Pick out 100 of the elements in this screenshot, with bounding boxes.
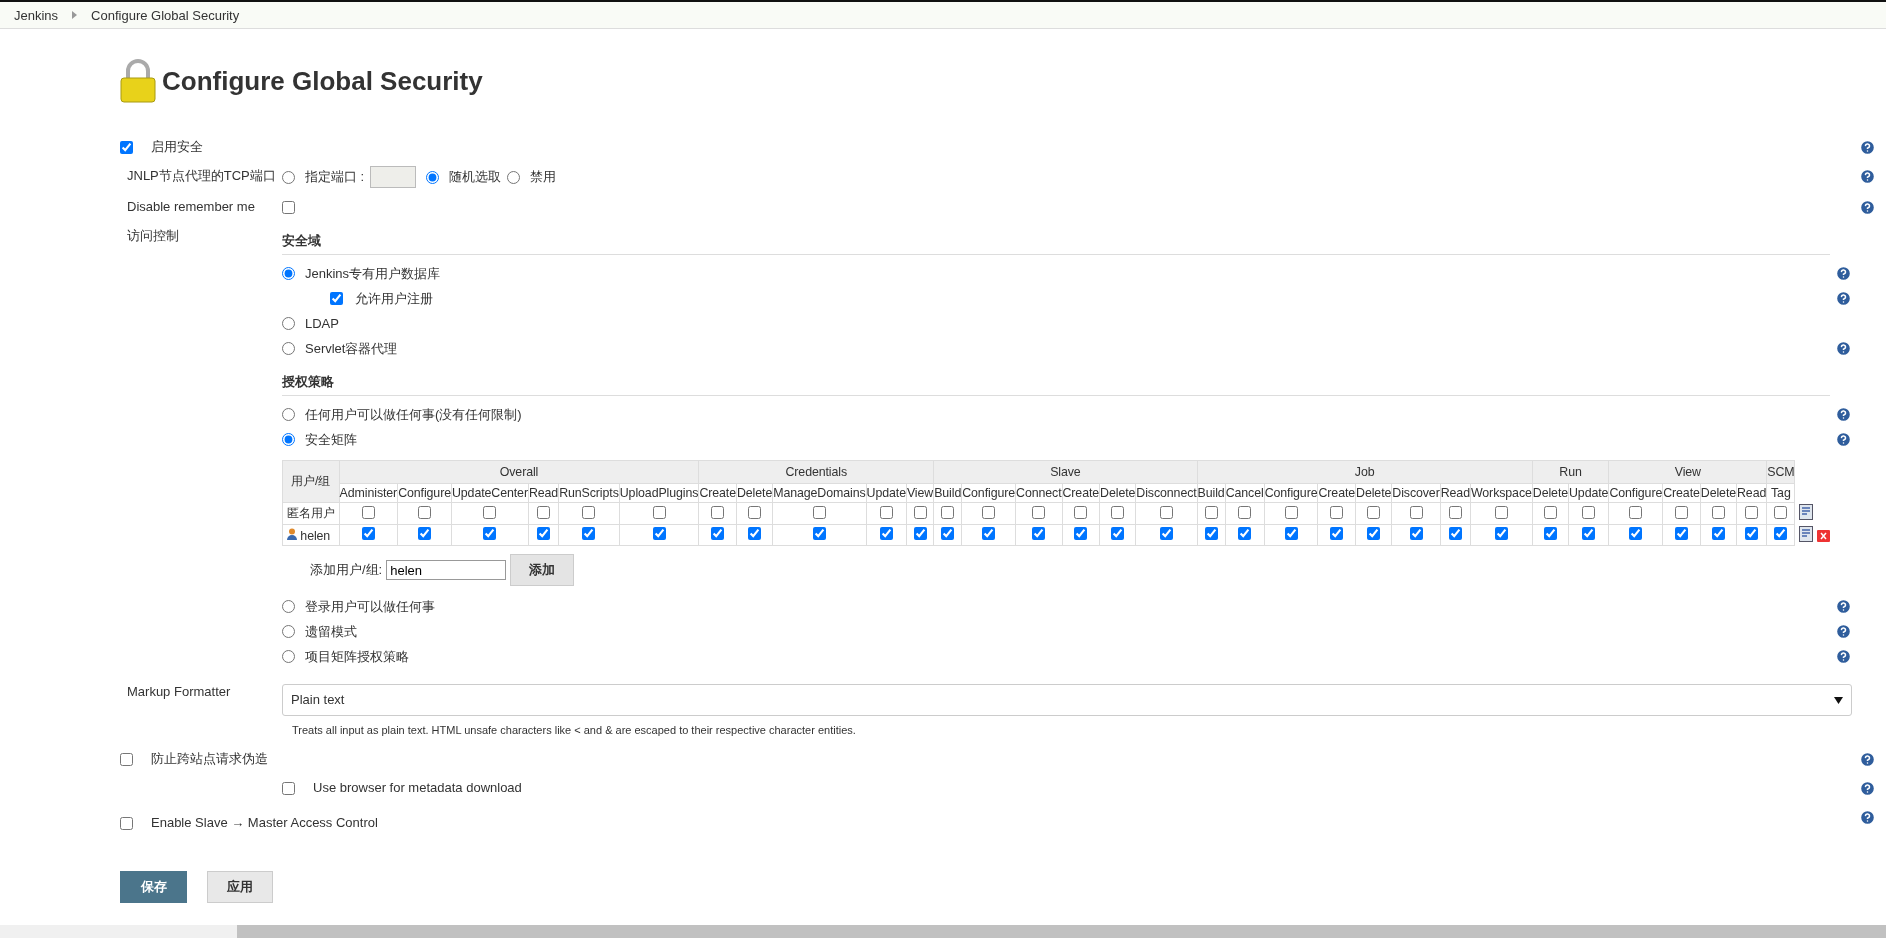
help-icon[interactable] — [1859, 168, 1876, 185]
checkbox[interactable] — [913, 527, 927, 540]
checkbox[interactable] — [1629, 527, 1643, 540]
checkbox[interactable] — [1543, 505, 1557, 519]
checkbox[interactable] — [1032, 527, 1046, 540]
checkbox[interactable] — [1675, 527, 1688, 540]
checkbox[interactable] — [982, 505, 996, 519]
add-button[interactable]: 添加 — [510, 554, 575, 586]
radio-button[interactable] — [282, 170, 295, 184]
checkbox[interactable] — [1448, 527, 1462, 540]
checkbox[interactable] — [418, 527, 432, 540]
checkbox[interactable] — [1629, 505, 1643, 519]
delete-icon[interactable] — [1816, 529, 1830, 542]
checkbox[interactable] — [582, 505, 596, 519]
checkbox[interactable] — [1774, 505, 1788, 519]
save-button[interactable]: 保存 — [120, 871, 187, 903]
checkbox[interactable] — [1745, 527, 1759, 540]
checkbox[interactable] — [652, 505, 666, 519]
radio-button[interactable] — [507, 170, 521, 184]
horizontal-scrollbar[interactable] — [0, 925, 1886, 938]
radio-button[interactable] — [282, 600, 295, 613]
checkbox[interactable] — [879, 505, 893, 519]
checkbox[interactable] — [1367, 527, 1381, 540]
checkbox[interactable] — [711, 505, 725, 519]
help-icon[interactable] — [1859, 139, 1876, 156]
markup-formatter-dropdown[interactable]: Plain text — [282, 684, 1852, 716]
checkbox[interactable] — [1032, 505, 1046, 519]
checkbox[interactable] — [120, 816, 133, 830]
help-icon[interactable] — [1859, 809, 1876, 826]
help-icon[interactable] — [1859, 199, 1876, 216]
checkbox[interactable] — [1284, 505, 1298, 519]
checkbox[interactable] — [120, 140, 133, 154]
checkbox[interactable] — [418, 505, 432, 519]
checkbox[interactable] — [361, 505, 375, 519]
help-icon[interactable] — [1859, 751, 1876, 768]
checkbox[interactable] — [1284, 527, 1298, 540]
radio-button[interactable] — [282, 408, 295, 421]
user-input-field[interactable]: helen — [386, 560, 507, 580]
help-icon[interactable] — [1835, 648, 1852, 665]
checkbox[interactable] — [582, 527, 596, 540]
checkbox[interactable] — [1238, 527, 1252, 540]
checkbox[interactable] — [1494, 527, 1508, 540]
toggle-all-icon[interactable] — [1799, 504, 1814, 520]
help-icon[interactable] — [1859, 780, 1876, 797]
help-icon[interactable] — [1835, 290, 1852, 307]
checkbox[interactable] — [748, 505, 762, 519]
checkbox[interactable] — [120, 752, 133, 766]
checkbox[interactable] — [1543, 527, 1557, 540]
checkbox[interactable] — [652, 527, 666, 540]
checkbox[interactable] — [1074, 505, 1088, 519]
radio-button[interactable] — [282, 625, 295, 638]
checkbox[interactable] — [748, 527, 762, 540]
checkbox[interactable] — [282, 781, 295, 795]
radio-button[interactable] — [426, 170, 440, 184]
help-icon[interactable] — [1835, 598, 1852, 615]
help-icon[interactable] — [1835, 340, 1852, 357]
checkbox[interactable] — [913, 505, 927, 519]
checkbox[interactable] — [1159, 505, 1173, 519]
toggle-all-icon[interactable] — [1799, 525, 1814, 542]
checkbox[interactable] — [1159, 527, 1173, 540]
checkbox[interactable] — [1448, 505, 1462, 519]
checkbox[interactable] — [812, 527, 826, 540]
help-icon[interactable] — [1835, 406, 1852, 423]
help-icon[interactable] — [1835, 431, 1852, 448]
checkbox[interactable] — [941, 505, 955, 519]
checkbox[interactable] — [537, 527, 551, 540]
checkbox[interactable] — [483, 505, 497, 519]
checkbox[interactable] — [812, 505, 826, 519]
checkbox[interactable] — [1111, 505, 1125, 519]
checkbox[interactable] — [711, 527, 725, 540]
checkbox[interactable] — [1330, 527, 1344, 540]
radio-button[interactable] — [282, 317, 295, 330]
breadcrumb-link[interactable]: Configure Global Security — [91, 7, 240, 23]
checkbox[interactable] — [483, 527, 497, 540]
apply-button[interactable]: 应用 — [207, 871, 273, 903]
checkbox[interactable] — [982, 527, 996, 540]
checkbox[interactable] — [1675, 505, 1688, 519]
checkbox[interactable] — [537, 505, 551, 519]
checkbox[interactable] — [1494, 505, 1508, 519]
checkbox[interactable] — [282, 200, 295, 214]
radio-button[interactable] — [282, 267, 295, 280]
help-icon[interactable] — [1835, 623, 1852, 640]
breadcrumb-link[interactable]: Jenkins — [14, 7, 59, 23]
radio-button[interactable] — [282, 650, 295, 663]
checkbox[interactable] — [1582, 505, 1596, 519]
checkbox[interactable] — [1409, 527, 1423, 540]
checkbox[interactable] — [1711, 527, 1725, 540]
checkbox[interactable] — [1409, 505, 1423, 519]
checkbox[interactable] — [1204, 505, 1218, 519]
checkbox[interactable] — [361, 527, 375, 540]
radio-button[interactable] — [282, 433, 295, 446]
checkbox[interactable] — [330, 292, 343, 305]
checkbox[interactable] — [1074, 527, 1088, 540]
checkbox[interactable] — [1111, 527, 1125, 540]
port-input-field[interactable] — [370, 166, 417, 188]
checkbox[interactable] — [1367, 505, 1381, 519]
checkbox[interactable] — [941, 527, 955, 540]
checkbox[interactable] — [1774, 527, 1788, 540]
checkbox[interactable] — [1745, 505, 1759, 519]
checkbox[interactable] — [1711, 505, 1725, 519]
